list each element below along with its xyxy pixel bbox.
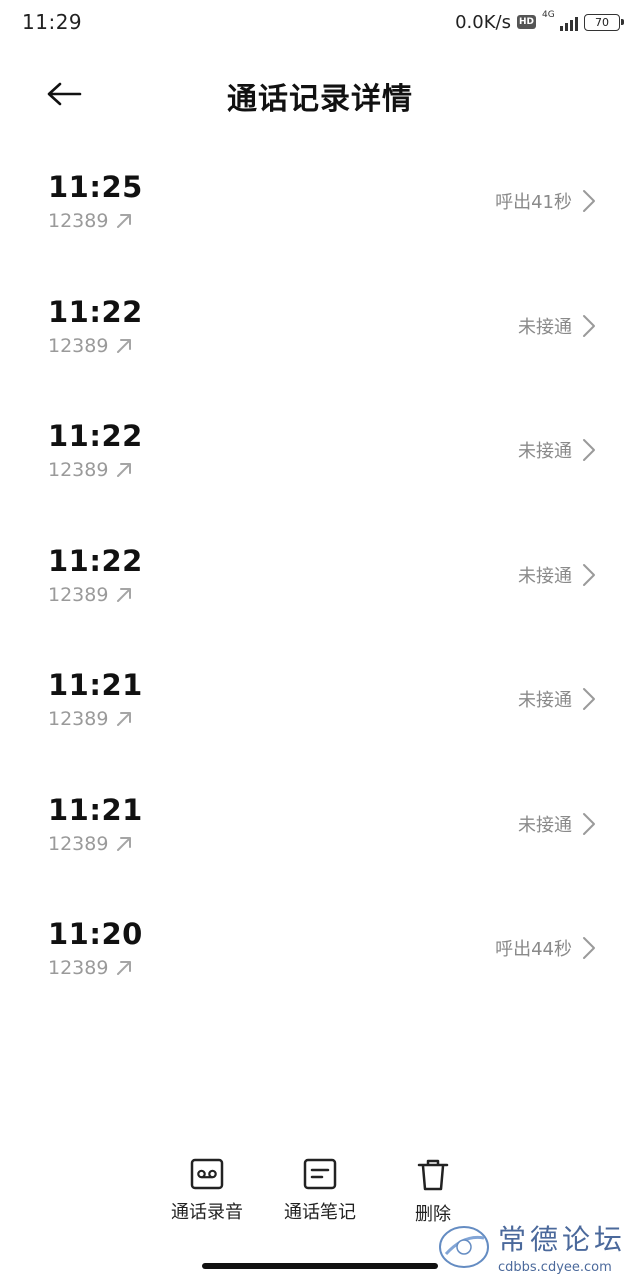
delete-button[interactable]: 删除 [378, 1158, 488, 1226]
phone-number: 12389 [48, 957, 109, 979]
battery-level: 70 [595, 15, 609, 29]
call-recording-button[interactable]: 通话录音 [152, 1158, 262, 1224]
status-icons: 0.0K/s HD 4G 70 [455, 10, 624, 34]
call-time: 11:22 [48, 294, 143, 329]
chevron-right-icon [583, 812, 595, 835]
outgoing-arrow-icon [117, 712, 132, 726]
call-status: 未接通 [518, 690, 572, 711]
hd-icon: HD [516, 15, 536, 29]
forum-logo-icon [438, 1225, 489, 1268]
phone-number: 12389 [48, 459, 109, 481]
network-speed: 0.0K/s [455, 11, 511, 33]
call-record-row[interactable]: 11:22 12389 未接通 [0, 275, 640, 400]
call-recording-label: 通话录音 [171, 1202, 243, 1223]
call-notes-label: 通话笔记 [284, 1202, 356, 1223]
phone-number: 12389 [48, 583, 109, 606]
chevron-right-icon [583, 688, 595, 710]
call-status: 未接通 [518, 316, 572, 338]
phone-number: 12389 [48, 708, 109, 730]
chevron-right-icon [583, 563, 595, 586]
battery-icon: 70 [584, 13, 624, 31]
outgoing-arrow-icon [117, 463, 132, 477]
page-title: 通话记录详情 [227, 82, 413, 117]
phone-number: 12389 [48, 334, 109, 357]
call-time: 11:21 [48, 792, 143, 827]
call-notes-button[interactable]: 通话笔记 [265, 1158, 375, 1224]
network-type-label: 4G [542, 10, 555, 20]
call-record-list: 11:25 12389 呼出41秒 11:22 12389 未接通 11:22 … [0, 150, 640, 1022]
phone-number: 12389 [48, 832, 109, 855]
chevron-right-icon [583, 314, 595, 337]
trash-icon [417, 1159, 449, 1191]
call-record-row[interactable]: 11:22 12389 未接通 [0, 524, 640, 649]
call-time: 11:21 [48, 668, 143, 702]
note-icon [303, 1158, 337, 1190]
call-time: 11:22 [48, 543, 143, 578]
outgoing-arrow-icon [117, 338, 132, 353]
chevron-right-icon [583, 937, 595, 959]
call-status: 呼出41秒 [495, 192, 572, 213]
call-status: 未接通 [518, 441, 572, 462]
chevron-right-icon [583, 190, 595, 212]
phone-number: 12389 [48, 210, 109, 232]
outgoing-arrow-icon [117, 214, 132, 228]
call-status: 未接通 [518, 565, 572, 587]
watermark-title: 常德论坛 [497, 1223, 626, 1256]
call-time: 11:20 [48, 917, 143, 951]
call-record-row[interactable]: 11:21 12389 未接通 [0, 773, 640, 898]
signal-icon: 4G [542, 10, 578, 32]
call-record-row[interactable]: 11:20 12389 呼出44秒 [0, 897, 640, 1022]
home-indicator[interactable] [202, 1263, 438, 1269]
forum-watermark: 常德论坛 cdbbs.cdyee.com [438, 1218, 626, 1275]
call-time: 11:22 [48, 419, 143, 453]
call-record-row[interactable]: 11:25 12389 呼出41秒 [0, 150, 640, 275]
call-time: 11:25 [48, 170, 143, 204]
outgoing-arrow-icon [117, 961, 132, 975]
chevron-right-icon [583, 439, 595, 461]
header: 通话记录详情 [0, 60, 640, 128]
call-record-row[interactable]: 11:21 12389 未接通 [0, 648, 640, 773]
voicemail-tape-icon [190, 1158, 224, 1190]
status-time: 11:29 [22, 10, 83, 34]
outgoing-arrow-icon [117, 836, 132, 851]
call-status: 未接通 [518, 814, 572, 836]
status-bar: 11:29 0.0K/s HD 4G 70 [0, 0, 640, 44]
call-record-row[interactable]: 11:22 12389 未接通 [0, 399, 640, 524]
call-status: 呼出44秒 [495, 939, 572, 960]
outgoing-arrow-icon [117, 587, 132, 602]
watermark-url: cdbbs.cdyee.com [497, 1260, 612, 1275]
